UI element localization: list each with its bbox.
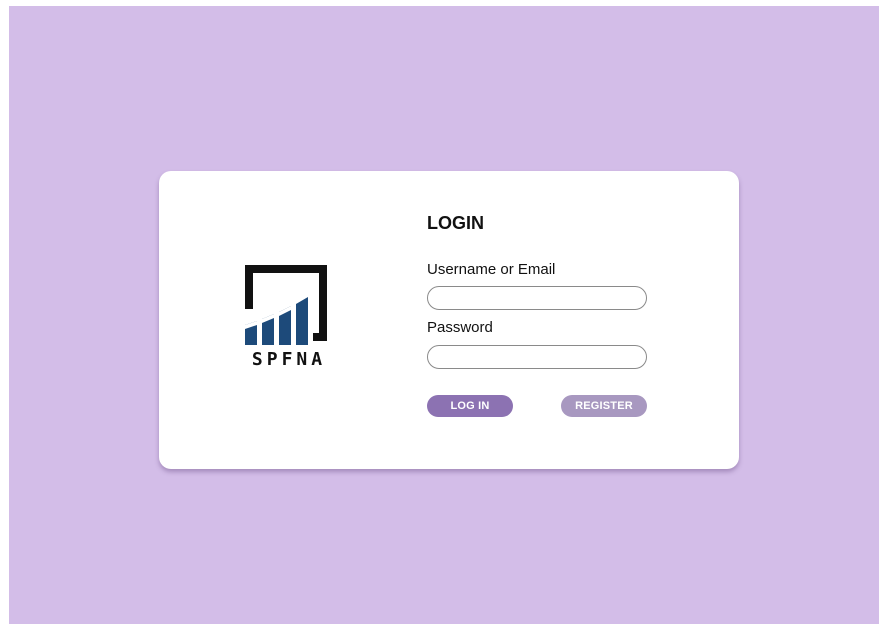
logo-wordmark: SPFNA [251, 349, 327, 370]
login-card: SPFNA LOGIN Username or Email Password L… [159, 171, 739, 469]
password-input[interactable] [427, 345, 647, 369]
register-button[interactable]: REGISTER [561, 395, 647, 417]
login-title: LOGIN [427, 213, 484, 233]
password-label: Password [427, 319, 493, 336]
logo-bar-4 [296, 297, 308, 345]
login-button[interactable]: LOG IN [427, 395, 513, 417]
username-label: Username or Email [427, 261, 556, 278]
username-input[interactable] [427, 286, 647, 310]
